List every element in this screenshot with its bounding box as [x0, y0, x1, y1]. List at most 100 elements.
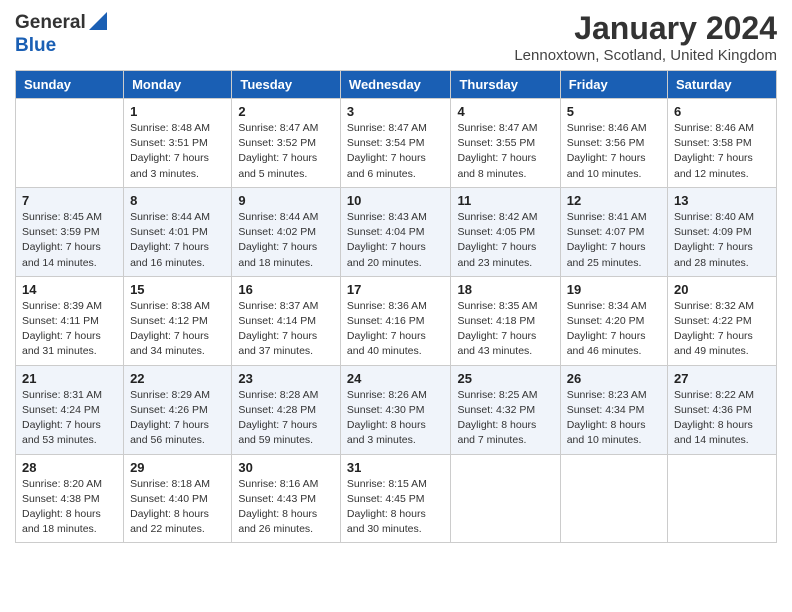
day-number: 2 — [238, 104, 334, 119]
calendar-day-cell: 29 Sunrise: 8:18 AMSunset: 4:40 PMDaylig… — [124, 454, 232, 543]
header-thursday: Thursday — [451, 71, 560, 99]
page-header: General Blue January 2024 Lennoxtown, Sc… — [15, 10, 777, 64]
day-info: Sunrise: 8:46 AMSunset: 3:56 PMDaylight:… — [567, 122, 647, 180]
day-number: 11 — [457, 193, 553, 208]
header-wednesday: Wednesday — [340, 71, 451, 99]
calendar-day-cell: 5 Sunrise: 8:46 AMSunset: 3:56 PMDayligh… — [560, 99, 667, 188]
calendar-day-cell: 4 Sunrise: 8:47 AMSunset: 3:55 PMDayligh… — [451, 99, 560, 188]
day-info: Sunrise: 8:42 AMSunset: 4:05 PMDaylight:… — [457, 211, 537, 269]
calendar-day-cell: 18 Sunrise: 8:35 AMSunset: 4:18 PMDaylig… — [451, 276, 560, 365]
calendar-day-cell: 14 Sunrise: 8:39 AMSunset: 4:11 PMDaylig… — [16, 276, 124, 365]
day-number: 22 — [130, 371, 225, 386]
day-number: 15 — [130, 282, 225, 297]
day-number: 30 — [238, 460, 334, 475]
calendar-day-cell: 26 Sunrise: 8:23 AMSunset: 4:34 PMDaylig… — [560, 365, 667, 454]
day-number: 25 — [457, 371, 553, 386]
day-info: Sunrise: 8:18 AMSunset: 4:40 PMDaylight:… — [130, 478, 210, 536]
day-info: Sunrise: 8:45 AMSunset: 3:59 PMDaylight:… — [22, 211, 102, 269]
calendar-day-cell: 13 Sunrise: 8:40 AMSunset: 4:09 PMDaylig… — [668, 187, 777, 276]
calendar-week-row: 28 Sunrise: 8:20 AMSunset: 4:38 PMDaylig… — [16, 454, 777, 543]
day-info: Sunrise: 8:29 AMSunset: 4:26 PMDaylight:… — [130, 389, 210, 447]
calendar-day-cell: 1 Sunrise: 8:48 AMSunset: 3:51 PMDayligh… — [124, 99, 232, 188]
calendar-day-cell — [560, 454, 667, 543]
logo-triangle-icon — [89, 12, 107, 35]
logo: General Blue — [15, 10, 107, 57]
day-info: Sunrise: 8:31 AMSunset: 4:24 PMDaylight:… — [22, 389, 102, 447]
calendar-day-cell — [451, 454, 560, 543]
header-tuesday: Tuesday — [232, 71, 341, 99]
month-title: January 2024 — [514, 10, 777, 47]
day-number: 12 — [567, 193, 661, 208]
day-number: 29 — [130, 460, 225, 475]
calendar-day-cell: 8 Sunrise: 8:44 AMSunset: 4:01 PMDayligh… — [124, 187, 232, 276]
calendar-day-cell: 16 Sunrise: 8:37 AMSunset: 4:14 PMDaylig… — [232, 276, 341, 365]
day-number: 7 — [22, 193, 117, 208]
day-number: 10 — [347, 193, 445, 208]
day-number: 13 — [674, 193, 770, 208]
day-info: Sunrise: 8:41 AMSunset: 4:07 PMDaylight:… — [567, 211, 647, 269]
calendar-day-cell: 17 Sunrise: 8:36 AMSunset: 4:16 PMDaylig… — [340, 276, 451, 365]
day-info: Sunrise: 8:44 AMSunset: 4:02 PMDaylight:… — [238, 211, 318, 269]
day-number: 3 — [347, 104, 445, 119]
day-info: Sunrise: 8:44 AMSunset: 4:01 PMDaylight:… — [130, 211, 210, 269]
header-saturday: Saturday — [668, 71, 777, 99]
calendar-day-cell: 10 Sunrise: 8:43 AMSunset: 4:04 PMDaylig… — [340, 187, 451, 276]
day-info: Sunrise: 8:35 AMSunset: 4:18 PMDaylight:… — [457, 300, 537, 358]
calendar-day-cell: 7 Sunrise: 8:45 AMSunset: 3:59 PMDayligh… — [16, 187, 124, 276]
day-number: 14 — [22, 282, 117, 297]
day-info: Sunrise: 8:37 AMSunset: 4:14 PMDaylight:… — [238, 300, 318, 358]
day-number: 31 — [347, 460, 445, 475]
calendar-table: Sunday Monday Tuesday Wednesday Thursday… — [15, 70, 777, 543]
calendar-day-cell: 6 Sunrise: 8:46 AMSunset: 3:58 PMDayligh… — [668, 99, 777, 188]
calendar-day-cell: 28 Sunrise: 8:20 AMSunset: 4:38 PMDaylig… — [16, 454, 124, 543]
day-number: 1 — [130, 104, 225, 119]
calendar-title-area: January 2024 Lennoxtown, Scotland, Unite… — [514, 10, 777, 64]
calendar-week-row: 14 Sunrise: 8:39 AMSunset: 4:11 PMDaylig… — [16, 276, 777, 365]
calendar-week-row: 21 Sunrise: 8:31 AMSunset: 4:24 PMDaylig… — [16, 365, 777, 454]
day-number: 23 — [238, 371, 334, 386]
day-info: Sunrise: 8:16 AMSunset: 4:43 PMDaylight:… — [238, 478, 318, 536]
day-info: Sunrise: 8:36 AMSunset: 4:16 PMDaylight:… — [347, 300, 427, 358]
day-number: 19 — [567, 282, 661, 297]
day-info: Sunrise: 8:46 AMSunset: 3:58 PMDaylight:… — [674, 122, 754, 180]
calendar-header-row: Sunday Monday Tuesday Wednesday Thursday… — [16, 71, 777, 99]
day-info: Sunrise: 8:38 AMSunset: 4:12 PMDaylight:… — [130, 300, 210, 358]
calendar-day-cell: 2 Sunrise: 8:47 AMSunset: 3:52 PMDayligh… — [232, 99, 341, 188]
calendar-day-cell: 22 Sunrise: 8:29 AMSunset: 4:26 PMDaylig… — [124, 365, 232, 454]
calendar-day-cell: 27 Sunrise: 8:22 AMSunset: 4:36 PMDaylig… — [668, 365, 777, 454]
header-friday: Friday — [560, 71, 667, 99]
day-info: Sunrise: 8:47 AMSunset: 3:55 PMDaylight:… — [457, 122, 537, 180]
day-info: Sunrise: 8:15 AMSunset: 4:45 PMDaylight:… — [347, 478, 427, 536]
calendar-day-cell: 23 Sunrise: 8:28 AMSunset: 4:28 PMDaylig… — [232, 365, 341, 454]
calendar-day-cell: 15 Sunrise: 8:38 AMSunset: 4:12 PMDaylig… — [124, 276, 232, 365]
day-info: Sunrise: 8:22 AMSunset: 4:36 PMDaylight:… — [674, 389, 754, 447]
day-info: Sunrise: 8:26 AMSunset: 4:30 PMDaylight:… — [347, 389, 427, 447]
calendar-day-cell: 31 Sunrise: 8:15 AMSunset: 4:45 PMDaylig… — [340, 454, 451, 543]
calendar-day-cell: 20 Sunrise: 8:32 AMSunset: 4:22 PMDaylig… — [668, 276, 777, 365]
calendar-day-cell: 3 Sunrise: 8:47 AMSunset: 3:54 PMDayligh… — [340, 99, 451, 188]
calendar-week-row: 1 Sunrise: 8:48 AMSunset: 3:51 PMDayligh… — [16, 99, 777, 188]
day-number: 6 — [674, 104, 770, 119]
calendar-day-cell: 19 Sunrise: 8:34 AMSunset: 4:20 PMDaylig… — [560, 276, 667, 365]
header-sunday: Sunday — [16, 71, 124, 99]
day-number: 8 — [130, 193, 225, 208]
calendar-day-cell — [668, 454, 777, 543]
day-info: Sunrise: 8:43 AMSunset: 4:04 PMDaylight:… — [347, 211, 427, 269]
calendar-day-cell: 9 Sunrise: 8:44 AMSunset: 4:02 PMDayligh… — [232, 187, 341, 276]
logo-blue-text: Blue — [15, 35, 56, 56]
header-monday: Monday — [124, 71, 232, 99]
day-info: Sunrise: 8:40 AMSunset: 4:09 PMDaylight:… — [674, 211, 754, 269]
day-number: 9 — [238, 193, 334, 208]
calendar-day-cell: 24 Sunrise: 8:26 AMSunset: 4:30 PMDaylig… — [340, 365, 451, 454]
location-title: Lennoxtown, Scotland, United Kingdom — [514, 47, 777, 64]
calendar-day-cell: 11 Sunrise: 8:42 AMSunset: 4:05 PMDaylig… — [451, 187, 560, 276]
day-info: Sunrise: 8:39 AMSunset: 4:11 PMDaylight:… — [22, 300, 102, 358]
day-info: Sunrise: 8:48 AMSunset: 3:51 PMDaylight:… — [130, 122, 210, 180]
calendar-day-cell — [16, 99, 124, 188]
day-number: 21 — [22, 371, 117, 386]
day-info: Sunrise: 8:25 AMSunset: 4:32 PMDaylight:… — [457, 389, 537, 447]
day-info: Sunrise: 8:47 AMSunset: 3:54 PMDaylight:… — [347, 122, 427, 180]
day-info: Sunrise: 8:20 AMSunset: 4:38 PMDaylight:… — [22, 478, 102, 536]
day-number: 16 — [238, 282, 334, 297]
day-info: Sunrise: 8:28 AMSunset: 4:28 PMDaylight:… — [238, 389, 318, 447]
